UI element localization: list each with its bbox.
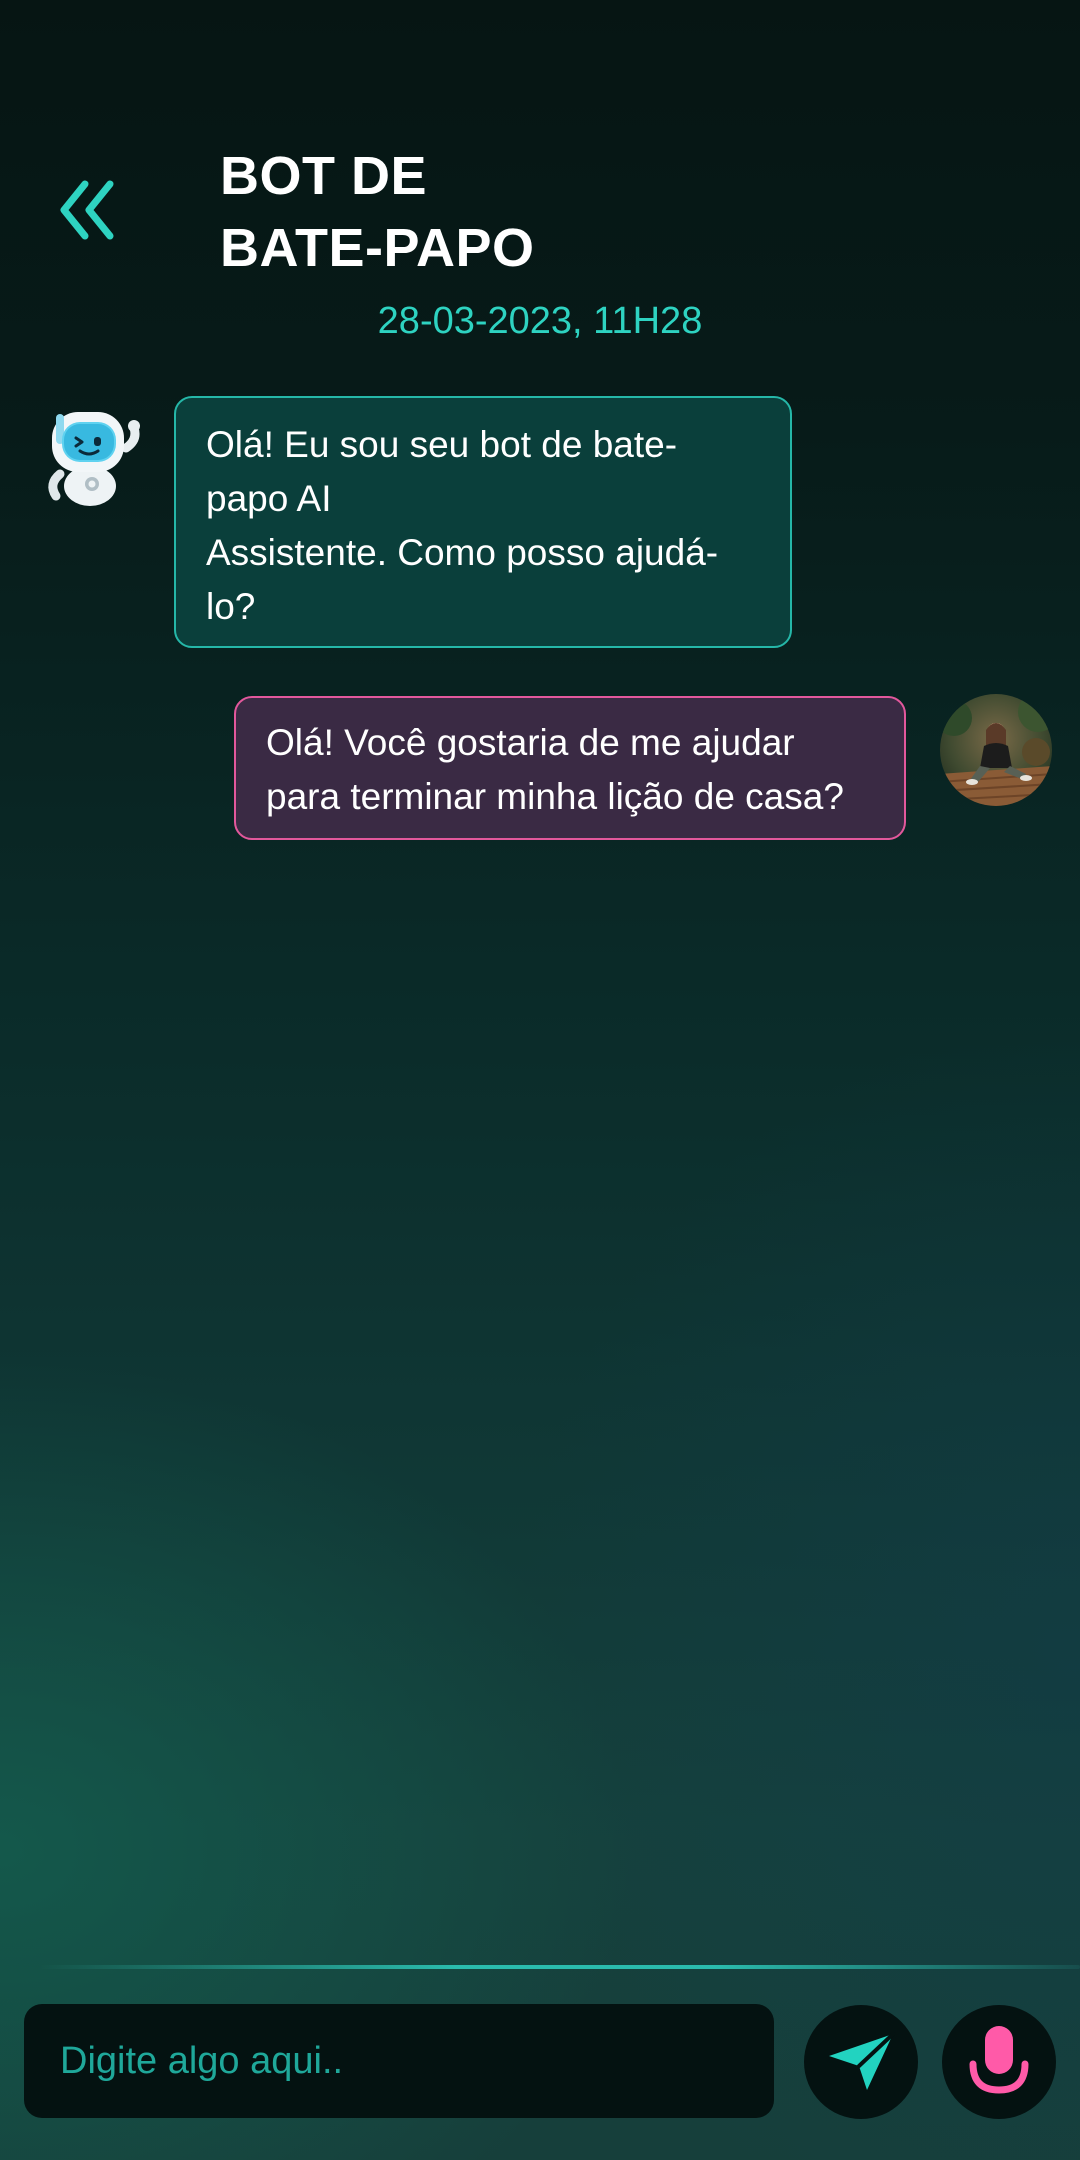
paper-plane-icon xyxy=(829,2032,895,2090)
user-avatar xyxy=(940,694,1052,806)
bot-message-line: lo? xyxy=(206,586,256,627)
message-input[interactable] xyxy=(24,2004,774,2118)
double-chevron-left-icon xyxy=(60,180,114,240)
chat-screen: BOT DE BATE-PAPO 28-03-2023, 11H28 Olá! … xyxy=(0,0,1080,2160)
title-line-1: BOT DE xyxy=(220,146,428,206)
page-title: BOT DE BATE-PAPO xyxy=(220,140,720,284)
bot-message-bubble: Olá! Eu sou seu bot de bate- papo AI Ass… xyxy=(174,396,792,648)
user-message-bubble: Olá! Você gostaria de me ajudar para ter… xyxy=(234,696,906,840)
user-message-line: Olá! Você gostaria de me ajudar xyxy=(266,722,795,763)
bot-message-line: papo AI xyxy=(206,478,332,519)
title-line-2: BATE-PAPO xyxy=(220,218,535,278)
bot-message-line: Olá! Eu sou seu bot de bate- xyxy=(206,424,678,465)
microphone-button[interactable] xyxy=(942,2005,1056,2119)
send-button[interactable] xyxy=(804,2005,918,2119)
composer-divider xyxy=(40,1965,1080,1969)
robot-avatar xyxy=(34,400,144,510)
conversation-timestamp: 28-03-2023, 11H28 xyxy=(377,300,703,342)
back-button[interactable] xyxy=(52,170,124,250)
bot-message-line: Assistente. Como posso ajudá- xyxy=(206,532,719,573)
microphone-icon xyxy=(969,2026,1029,2094)
user-message-line: para terminar minha lição de casa? xyxy=(266,776,844,817)
